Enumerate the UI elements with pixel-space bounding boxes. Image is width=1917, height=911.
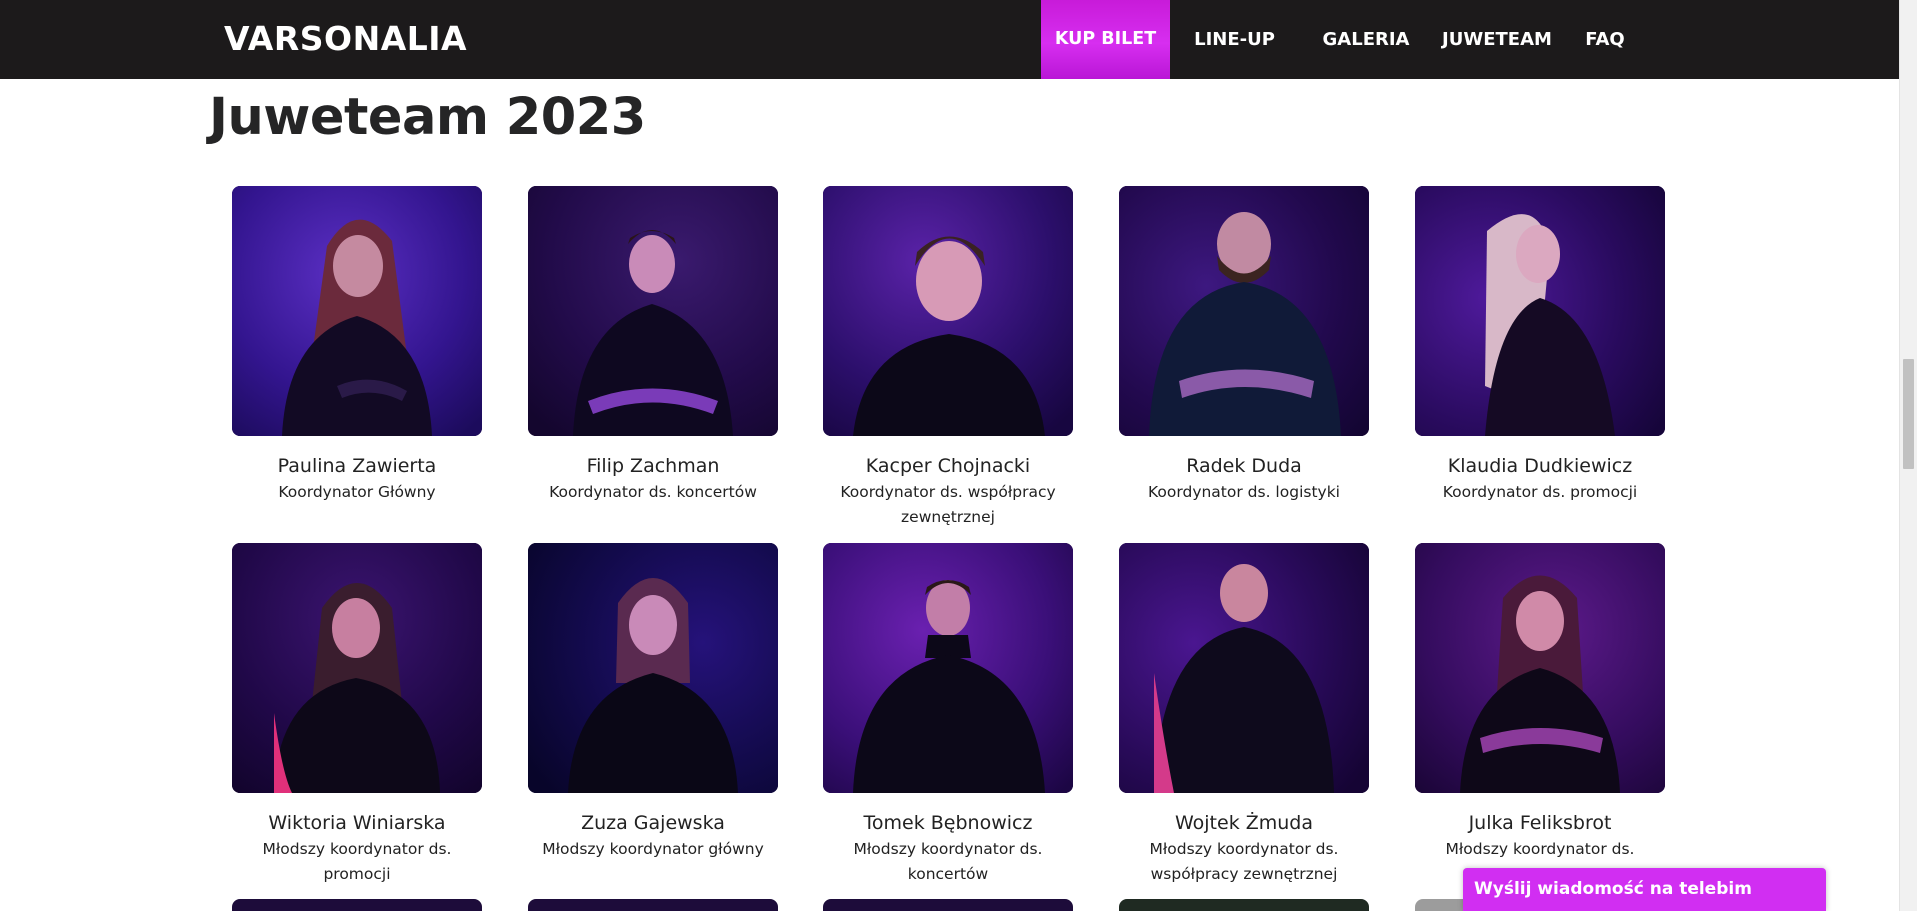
- portrait-image: [1415, 186, 1665, 436]
- member-card: Zuza Gajewska Młodszy koordynator główny: [528, 543, 778, 862]
- nav-line-up[interactable]: LINE-UP: [1172, 0, 1297, 79]
- member-name: Paulina Zawierta: [277, 455, 437, 477]
- member-name: Zuza Gajewska: [581, 812, 725, 834]
- main-nav: KUP BILET LINE-UP GALERIA JUWETEAM FAQ: [1041, 0, 1635, 79]
- member-role: Młodszy koordynator ds. promocji: [262, 840, 452, 883]
- member-role: Koordynator ds. koncertów: [549, 483, 757, 501]
- member-card: Klaudia Dudkiewicz Koordynator ds. promo…: [1415, 186, 1665, 505]
- member-photo: [1119, 543, 1369, 793]
- member-photo-partial: [1119, 899, 1369, 911]
- nav-faq[interactable]: FAQ: [1575, 0, 1635, 79]
- member-photo-partial: [823, 899, 1073, 911]
- member-role: Młodszy koordynator ds. koncertów: [853, 840, 1043, 883]
- member-photo-partial: [528, 899, 778, 911]
- vertical-scrollbar[interactable]: [1899, 0, 1917, 911]
- member-card: Tomek Bębnowicz Młodszy koordynator ds. …: [823, 543, 1073, 887]
- portrait-image: [823, 543, 1073, 793]
- member-card: Radek Duda Koordynator ds. logistyki: [1119, 186, 1369, 505]
- member-role: Koordynator ds. współpracy zewnętrznej: [840, 483, 1056, 526]
- member-card: Filip Zachman Koordynator ds. koncertów: [528, 186, 778, 505]
- member-name: Julka Feliksbrot: [1468, 812, 1612, 834]
- member-name: Radek Duda: [1186, 455, 1302, 477]
- member-role: Młodszy koordynator ds.: [1445, 840, 1635, 858]
- member-name: Wiktoria Winiarska: [268, 812, 446, 834]
- portrait-image: [528, 543, 778, 793]
- member-photo: [232, 186, 482, 436]
- member-name: Klaudia Dudkiewicz: [1447, 455, 1633, 477]
- member-photo: [823, 543, 1073, 793]
- member-name: Kacper Chojnacki: [865, 455, 1031, 477]
- portrait-image: [823, 186, 1073, 436]
- portrait-image: [1415, 543, 1665, 793]
- portrait-image: [232, 186, 482, 436]
- member-photo: [528, 186, 778, 436]
- member-photo: [528, 543, 778, 793]
- portrait-image: [232, 543, 482, 793]
- top-navbar: VARSONALIA KUP BILET LINE-UP GALERIA JUW…: [0, 0, 1899, 79]
- member-role: Koordynator ds. promocji: [1442, 483, 1638, 501]
- member-card: Kacper Chojnacki Koordynator ds. współpr…: [823, 186, 1073, 530]
- scrollbar-thumb[interactable]: [1903, 359, 1914, 469]
- portrait-image: [1119, 543, 1369, 793]
- member-photo: [232, 543, 482, 793]
- page: VARSONALIA KUP BILET LINE-UP GALERIA JUW…: [0, 0, 1917, 911]
- member-card: Julka Feliksbrot Młodszy koordynator ds.: [1415, 543, 1665, 862]
- member-role: Młodszy koordynator ds. współpracy zewnę…: [1149, 840, 1339, 883]
- varsonalia-logo[interactable]: VARSONALIA: [224, 18, 467, 60]
- member-photo-partial: [232, 899, 482, 911]
- telebim-message-button[interactable]: Wyślij wiadomość na telebim: [1463, 868, 1826, 911]
- member-role: Młodszy koordynator główny: [542, 840, 764, 858]
- member-card: Paulina Zawierta Koordynator Główny: [232, 186, 482, 505]
- member-photo: [1415, 543, 1665, 793]
- portrait-image: [528, 186, 778, 436]
- nav-galeria[interactable]: GALERIA: [1307, 0, 1425, 79]
- member-card: Wojtek Żmuda Młodszy koordynator ds. wsp…: [1119, 543, 1369, 887]
- member-photo: [1119, 186, 1369, 436]
- nav-juweteam[interactable]: JUWETEAM: [1431, 0, 1563, 79]
- member-photo: [1415, 186, 1665, 436]
- member-card: Wiktoria Winiarska Młodszy koordynator d…: [232, 543, 482, 887]
- member-role: Koordynator ds. logistyki: [1148, 483, 1340, 501]
- member-name: Tomek Bębnowicz: [863, 812, 1033, 834]
- page-title: Juweteam 2023: [209, 88, 646, 147]
- member-role: Koordynator Główny: [278, 483, 436, 501]
- member-photo: [823, 186, 1073, 436]
- member-name: Filip Zachman: [586, 455, 720, 477]
- nav-kup-bilet[interactable]: KUP BILET: [1041, 0, 1170, 79]
- portrait-image: [1119, 186, 1369, 436]
- member-name: Wojtek Żmuda: [1174, 812, 1314, 834]
